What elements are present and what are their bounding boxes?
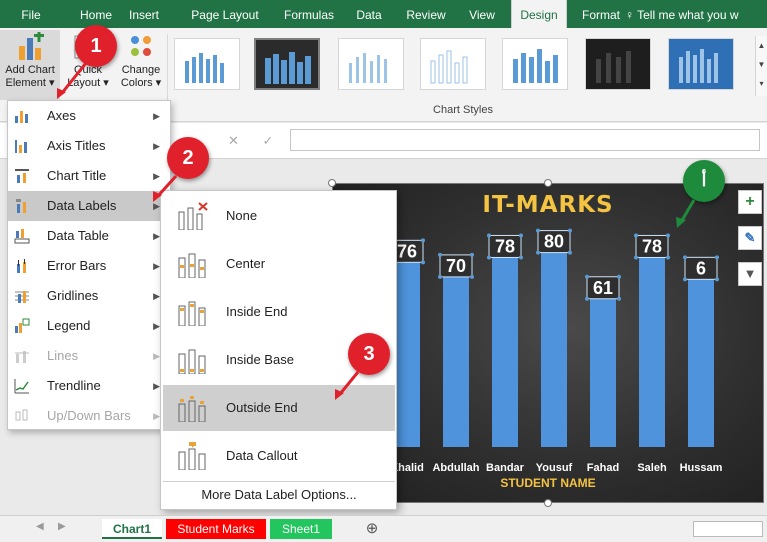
horizontal-scrollbar[interactable] xyxy=(693,521,763,537)
add-sheet-button[interactable]: ⊕ xyxy=(360,519,384,539)
sheet-tab-bar: ◀ ▶ Chart1 Student Marks Sheet1 ⊕ xyxy=(0,515,767,542)
arrow-2 xyxy=(156,174,178,198)
sheet-tab-sheet1[interactable]: Sheet1 xyxy=(270,519,332,539)
arrow-3 xyxy=(338,371,360,395)
next-sheet-icon[interactable]: ▶ xyxy=(58,521,66,532)
callout-arrows xyxy=(57,62,696,400)
prev-sheet-icon[interactable]: ◀ xyxy=(36,521,44,532)
arrow-1 xyxy=(60,62,88,94)
sheet-tab-student-marks[interactable]: Student Marks xyxy=(166,519,266,539)
sheet-tab-chart1[interactable]: Chart1 xyxy=(102,519,162,539)
arrow-alef xyxy=(679,199,696,223)
